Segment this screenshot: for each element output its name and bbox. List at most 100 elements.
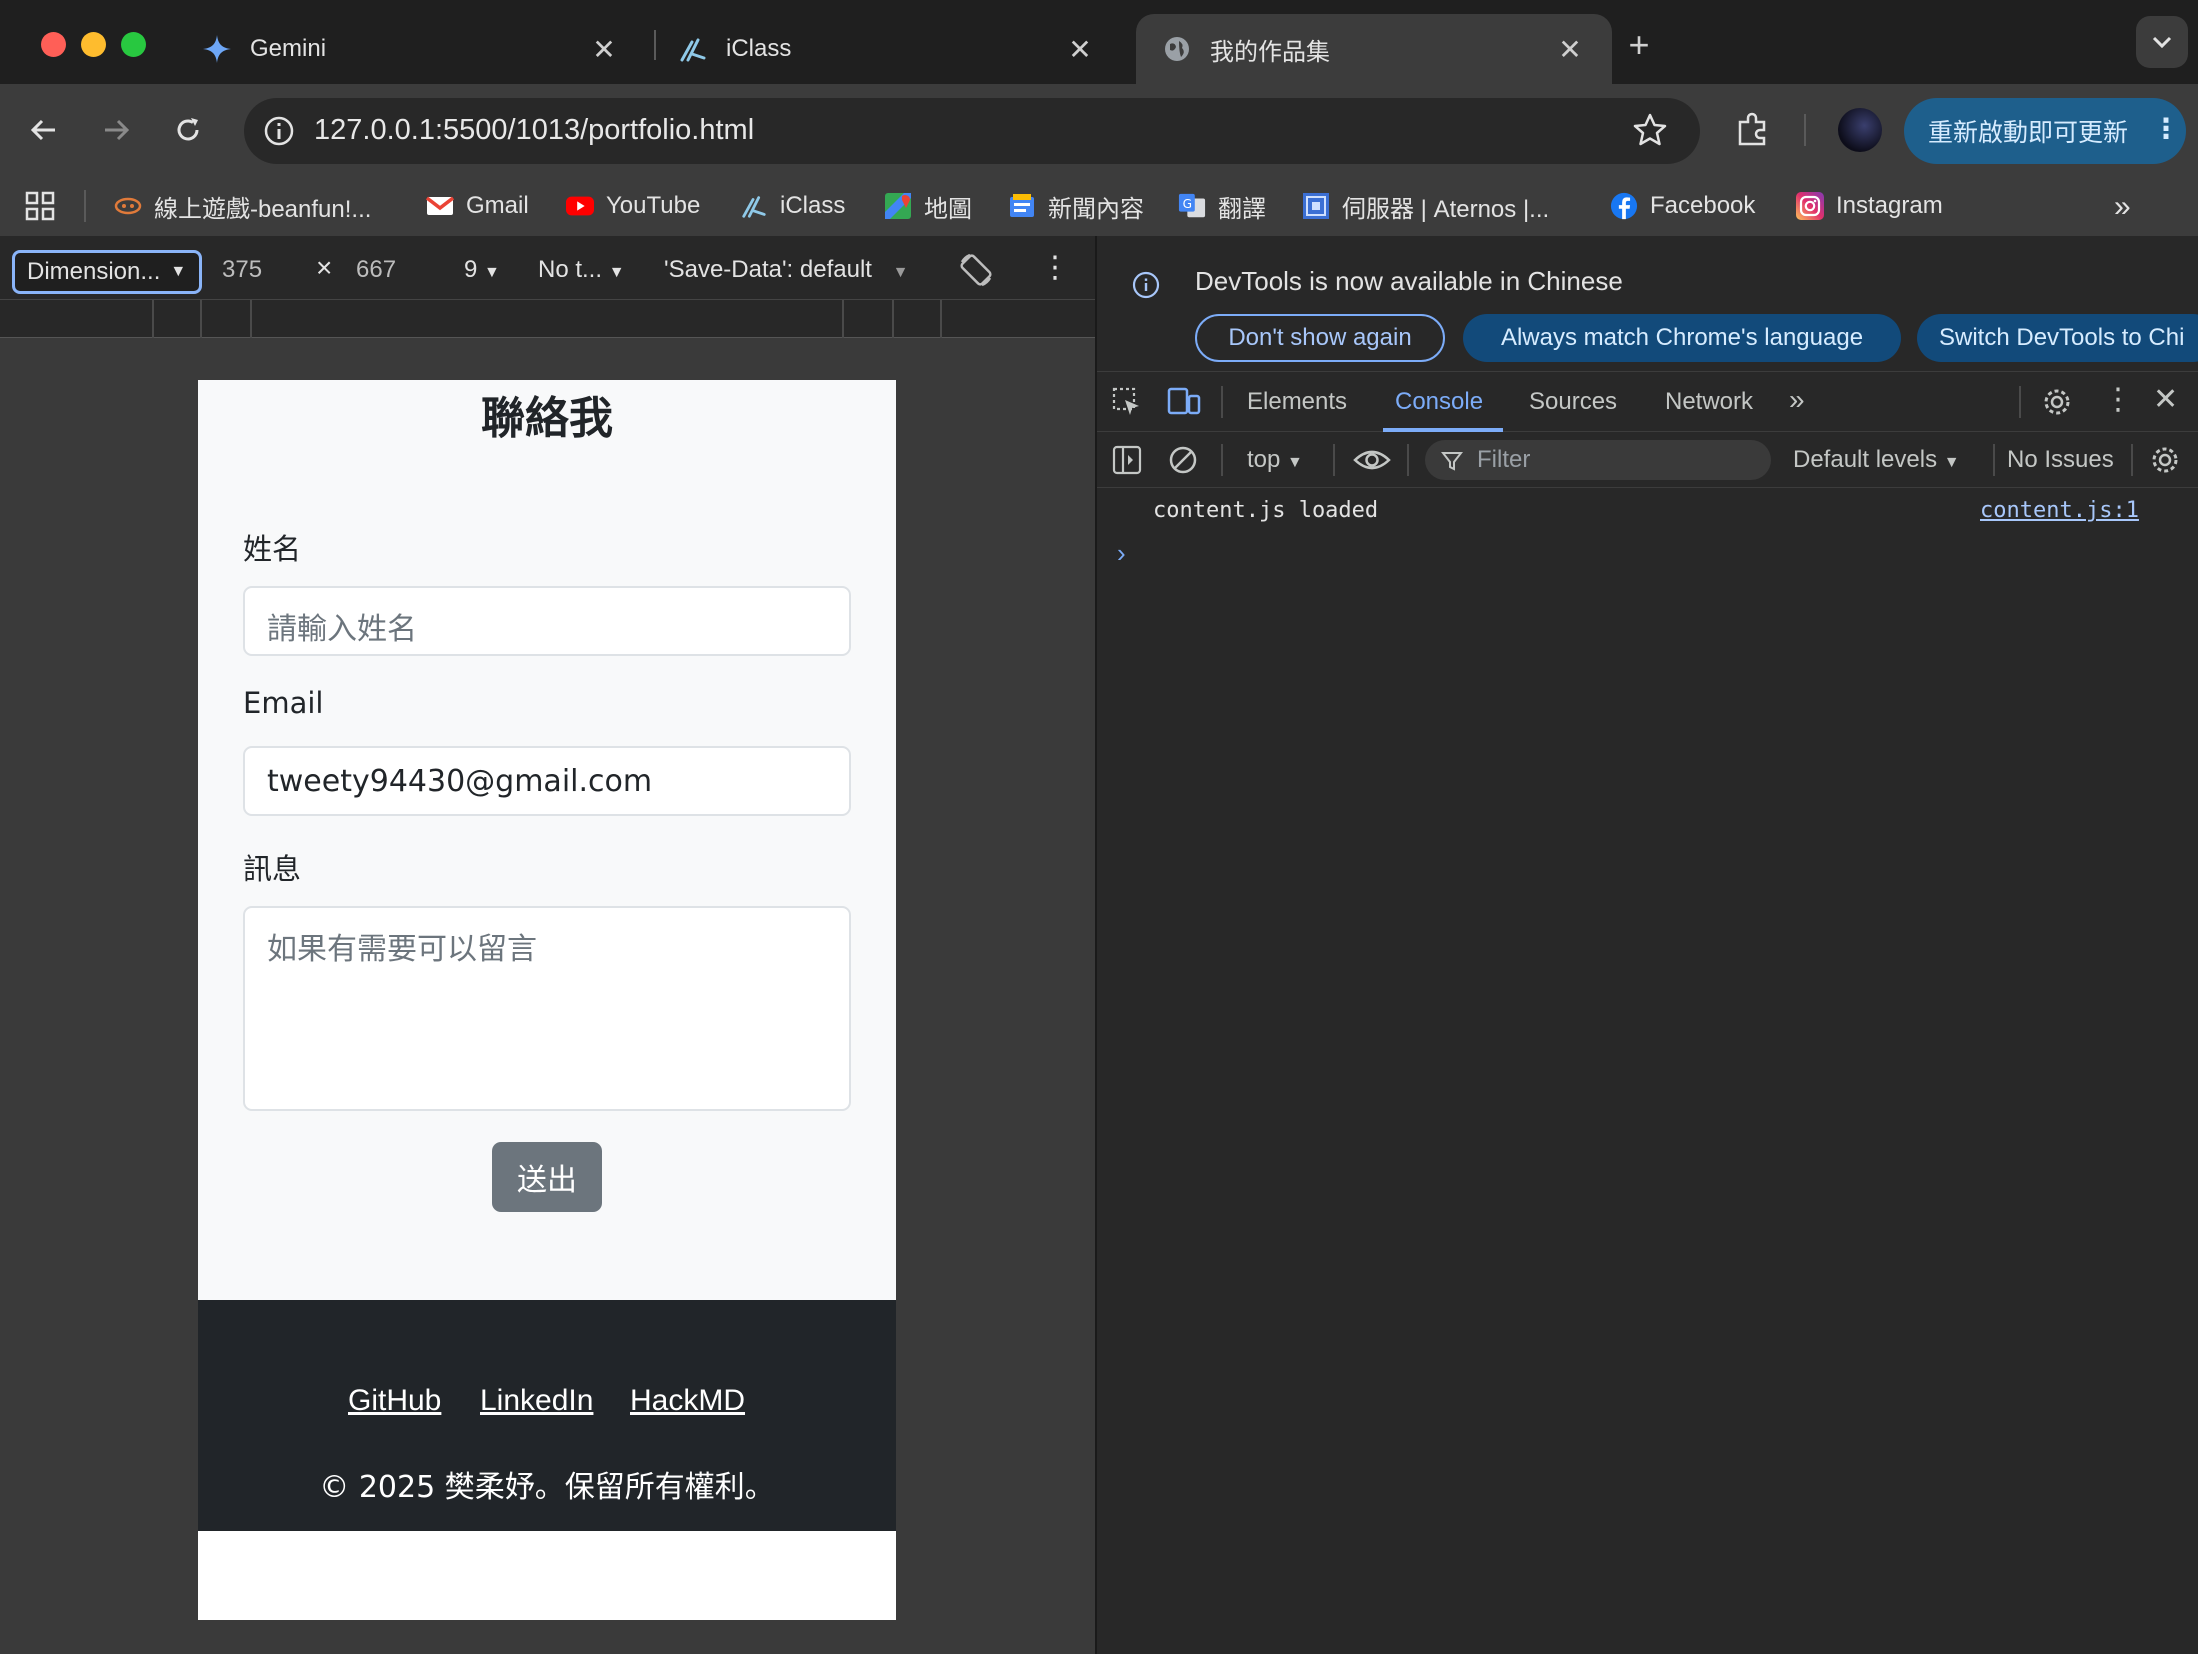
zoom-select[interactable]: 9 ▼ bbox=[464, 256, 500, 284]
dimension-label: Dimension... bbox=[27, 258, 161, 285]
dimension-select[interactable]: Dimension... ▼ bbox=[12, 250, 202, 294]
bookmark-facebook[interactable]: Facebook bbox=[1610, 188, 1755, 224]
device-toggle-icon[interactable] bbox=[1167, 386, 1201, 418]
eye-icon[interactable] bbox=[1353, 446, 1391, 474]
language-infobar: DevTools is now available in Chinese Don… bbox=[1097, 236, 2198, 372]
apps-grid-icon[interactable] bbox=[24, 190, 56, 222]
throttle-select[interactable]: No t... ▼ bbox=[538, 256, 625, 284]
tab-console[interactable]: Console bbox=[1395, 388, 1483, 416]
copyright-text: © 2025 樊柔妤。保留所有權利。 bbox=[319, 1470, 775, 1505]
tab-portfolio[interactable]: 我的作品集 ✕ bbox=[1136, 14, 1612, 84]
tab-gemini[interactable]: Gemini ✕ bbox=[176, 14, 646, 84]
console-log-message: content.js loaded bbox=[1153, 498, 1379, 523]
email-input[interactable]: tweety94430@gmail.com bbox=[243, 746, 851, 816]
minimize-window-button[interactable] bbox=[81, 32, 106, 57]
page-footer: GitHub LinkedIn HackMD © 2025 樊柔妤。保留所有權利… bbox=[198, 1300, 896, 1531]
more-bookmarks-icon[interactable]: » bbox=[2114, 190, 2131, 224]
extensions-button[interactable] bbox=[1728, 106, 1776, 154]
hackmd-link[interactable]: HackMD bbox=[630, 1384, 745, 1418]
console-log-source-link[interactable]: content.js:1 bbox=[1980, 498, 2139, 523]
close-icon[interactable]: ✕ bbox=[1060, 29, 1100, 69]
beanfun-icon bbox=[114, 192, 142, 220]
bookmark-instagram[interactable]: Instagram bbox=[1796, 188, 1943, 224]
news-icon bbox=[1008, 192, 1036, 220]
linkedin-link[interactable]: LinkedIn bbox=[480, 1384, 593, 1418]
message-textarea[interactable]: 如果有需要可以留言 bbox=[243, 906, 851, 1111]
filter-input[interactable]: Filter bbox=[1425, 440, 1771, 480]
context-value: top bbox=[1247, 446, 1281, 473]
translate-icon: G bbox=[1178, 192, 1206, 220]
bookmark-translate[interactable]: G 翻譯 bbox=[1178, 188, 1266, 224]
github-link[interactable]: GitHub bbox=[348, 1384, 441, 1418]
log-levels-select[interactable]: Default levels ▼ bbox=[1793, 446, 1960, 474]
console-prompt[interactable]: › bbox=[1117, 538, 1126, 569]
message-label: 訊息 bbox=[243, 852, 302, 886]
new-tab-button[interactable]: + bbox=[1618, 24, 1660, 66]
reload-button[interactable] bbox=[164, 106, 212, 154]
console-settings-gear-icon[interactable] bbox=[2149, 444, 2181, 476]
maps-icon bbox=[884, 192, 912, 220]
bookmark-gmail[interactable]: Gmail bbox=[426, 188, 529, 224]
clear-console-icon[interactable] bbox=[1167, 444, 1199, 476]
youtube-icon bbox=[566, 192, 594, 220]
bookmark-iclass[interactable]: iClass bbox=[740, 188, 845, 224]
tab-sources[interactable]: Sources bbox=[1529, 388, 1617, 416]
dont-show-again-button[interactable]: Don't show again bbox=[1195, 314, 1445, 362]
tab-strip: Gemini ✕ iClass ✕ 我的作品集 ✕ + bbox=[0, 0, 2198, 84]
save-data-value: 'Save-Data': default bbox=[664, 256, 872, 283]
bookmark-beanfun[interactable]: 線上遊戲-beanfun!... bbox=[114, 188, 371, 224]
bookmark-aternos[interactable]: 伺服器 | Aternos |... bbox=[1302, 188, 1549, 224]
devtools-panel: DevTools is now available in Chinese Don… bbox=[1095, 236, 2198, 1654]
filter-placeholder: Filter bbox=[1477, 446, 1531, 473]
issues-button[interactable]: No Issues bbox=[2007, 446, 2114, 474]
rotate-icon[interactable] bbox=[956, 250, 996, 290]
match-language-button[interactable]: Always match Chrome's language bbox=[1463, 314, 1901, 362]
close-icon[interactable]: ✕ bbox=[1550, 29, 1590, 69]
submit-button[interactable]: 送出 bbox=[492, 1142, 602, 1212]
update-button[interactable]: 重新啟動即可更新 ⋮ bbox=[1904, 98, 2186, 164]
close-devtools-icon[interactable]: ✕ bbox=[2153, 382, 2178, 417]
height-input[interactable]: 667 bbox=[356, 256, 396, 284]
name-input[interactable]: 請輸入姓名 bbox=[243, 586, 851, 656]
switch-language-button[interactable]: Switch DevTools to Chi bbox=[1917, 314, 2198, 362]
tab-search-button[interactable] bbox=[2136, 16, 2188, 68]
page-title: 聯絡我 bbox=[481, 393, 613, 444]
save-data-select[interactable]: 'Save-Data': default ▼ bbox=[664, 256, 908, 284]
context-select[interactable]: top ▼ bbox=[1247, 446, 1303, 474]
throttle-value: No t... bbox=[538, 256, 603, 283]
back-button[interactable] bbox=[20, 106, 68, 154]
bookmark-star-icon[interactable] bbox=[1630, 110, 1670, 150]
tab-network[interactable]: Network bbox=[1665, 388, 1753, 416]
bookmark-label: Facebook bbox=[1650, 192, 1756, 219]
forward-button[interactable] bbox=[92, 106, 140, 154]
settings-gear-icon[interactable] bbox=[2041, 386, 2073, 418]
forward-arrow-icon bbox=[105, 119, 130, 141]
tab-elements[interactable]: Elements bbox=[1247, 388, 1347, 416]
close-icon[interactable]: ✕ bbox=[584, 29, 624, 69]
tab-iclass[interactable]: iClass ✕ bbox=[652, 14, 1122, 84]
name-label: 姓名 bbox=[243, 532, 302, 566]
site-info-icon[interactable] bbox=[260, 112, 298, 150]
close-window-button[interactable] bbox=[41, 32, 66, 57]
maximize-window-button[interactable] bbox=[121, 32, 146, 57]
customize-menu-icon[interactable]: ⋮ bbox=[2103, 382, 2133, 417]
sidebar-toggle-icon[interactable] bbox=[1111, 444, 1143, 476]
bookmark-divider bbox=[84, 190, 86, 222]
devtools-tabs: Elements Console Sources Network » ⋮ ✕ bbox=[1097, 372, 2198, 432]
bookmark-label: 線上遊戲-beanfun!... bbox=[154, 195, 372, 223]
bookmark-news[interactable]: 新聞內容 bbox=[1008, 188, 1144, 224]
profile-avatar[interactable] bbox=[1838, 108, 1882, 152]
more-options-icon[interactable]: ⋮ bbox=[1040, 250, 1070, 285]
width-input[interactable]: 375 bbox=[222, 256, 262, 284]
browser-toolbar: 127.0.0.1:5500/1013/portfolio.html 重新啟動即… bbox=[0, 84, 2198, 176]
bookmark-label: Instagram bbox=[1836, 192, 1943, 219]
bookmark-youtube[interactable]: YouTube bbox=[566, 188, 700, 224]
bookmark-maps[interactable]: 地圖 bbox=[884, 188, 972, 224]
update-button-label: 重新啟動即可更新 bbox=[1928, 119, 2129, 147]
chevron-down-icon bbox=[2152, 36, 2172, 49]
toolbar-divider bbox=[1804, 114, 1806, 146]
inspect-element-icon[interactable] bbox=[1111, 386, 1143, 418]
more-tabs-icon[interactable]: » bbox=[1789, 384, 1805, 416]
address-bar[interactable]: 127.0.0.1:5500/1013/portfolio.html bbox=[244, 98, 1700, 164]
log-levels-value: Default levels bbox=[1793, 446, 1938, 473]
